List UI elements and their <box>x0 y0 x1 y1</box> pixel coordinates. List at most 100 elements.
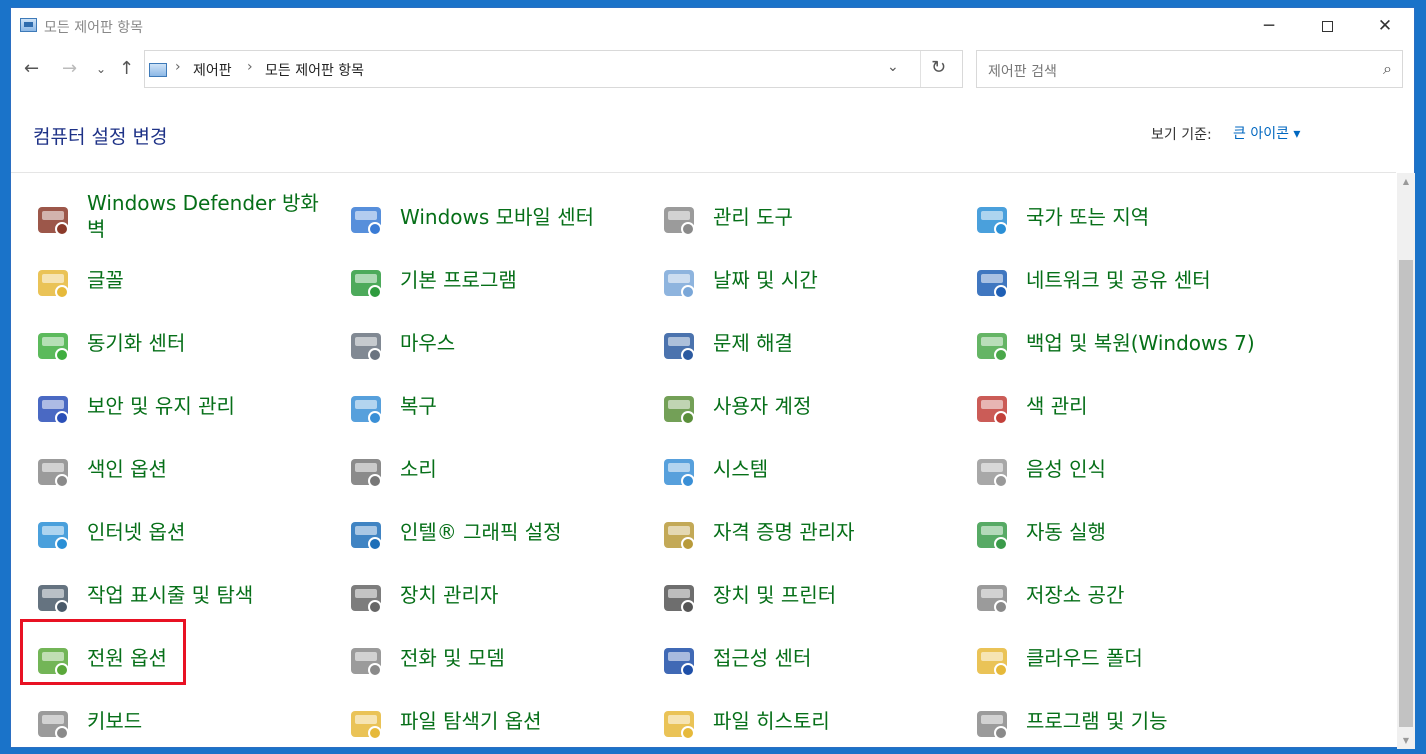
item-label[interactable]: 색인 옵션 <box>87 456 167 482</box>
credential-manager-icon <box>659 515 699 555</box>
control-panel-item[interactable]: 색인 옵션 <box>33 439 323 499</box>
item-label[interactable]: Windows Defender 방화벽 <box>87 190 319 242</box>
control-panel-item[interactable]: 음성 인식 <box>972 439 1262 499</box>
control-panel-item[interactable]: 전화 및 모뎀 <box>346 628 636 688</box>
control-panel-item[interactable]: 파일 히스토리 <box>659 691 949 749</box>
control-panel-item[interactable]: 클라우드 폴더 <box>972 628 1262 688</box>
vertical-scrollbar[interactable]: ▲ ▼ <box>1397 173 1415 749</box>
control-panel-item[interactable]: 동기화 센터 <box>33 313 323 373</box>
control-panel-item[interactable]: Windows 모바일 센터 <box>346 187 636 247</box>
control-panel-item[interactable]: 장치 관리자 <box>346 565 636 625</box>
control-panel-item[interactable]: 네트워크 및 공유 센터 <box>972 250 1262 310</box>
item-label[interactable]: 전화 및 모뎀 <box>400 645 505 671</box>
close-button[interactable]: ✕ <box>1356 8 1414 45</box>
item-label[interactable]: 접근성 센터 <box>713 645 811 671</box>
item-label[interactable]: 파일 히스토리 <box>713 708 830 734</box>
control-panel-item[interactable]: 소리 <box>346 439 636 499</box>
item-label[interactable]: Windows 모바일 센터 <box>400 204 594 230</box>
control-panel-item[interactable]: 자동 실행 <box>972 502 1262 562</box>
item-label[interactable]: 클라우드 폴더 <box>1026 645 1143 671</box>
refresh-button[interactable]: ↻ <box>931 57 946 78</box>
item-label[interactable]: 복구 <box>400 393 437 419</box>
item-label[interactable]: 국가 또는 지역 <box>1026 204 1149 230</box>
scroll-up-arrow-icon[interactable]: ▲ <box>1397 173 1415 190</box>
item-label[interactable]: 자동 실행 <box>1026 519 1106 545</box>
control-panel-item[interactable]: 마우스 <box>346 313 636 373</box>
item-label[interactable]: 파일 탐색기 옵션 <box>400 708 542 734</box>
breadcrumb-all-items[interactable]: 모든 제어판 항목 <box>265 60 364 80</box>
item-label[interactable]: 문제 해결 <box>713 330 793 356</box>
search-icon[interactable]: ⌕ <box>1383 59 1392 79</box>
control-panel-item[interactable]: 관리 도구 <box>659 187 949 247</box>
control-panel-item[interactable]: 문제 해결 <box>659 313 949 373</box>
back-button[interactable]: ← <box>24 58 39 79</box>
item-label[interactable]: 저장소 공간 <box>1026 582 1124 608</box>
minimize-button[interactable]: ─ <box>1240 8 1298 45</box>
control-panel-item[interactable]: 장치 및 프린터 <box>659 565 949 625</box>
control-panel-item[interactable]: 복구 <box>346 376 636 436</box>
control-panel-item[interactable]: 시스템 <box>659 439 949 499</box>
control-panel-item[interactable]: 인터넷 옵션 <box>33 502 323 562</box>
item-label[interactable]: 기본 프로그램 <box>400 267 517 293</box>
item-label[interactable]: 장치 및 프린터 <box>713 582 836 608</box>
address-dropdown-icon[interactable]: ⌄ <box>887 59 899 75</box>
item-label[interactable]: 소리 <box>400 456 437 482</box>
item-label[interactable]: 인터넷 옵션 <box>87 519 185 545</box>
control-panel-item[interactable]: 저장소 공간 <box>972 565 1262 625</box>
item-label[interactable]: 날짜 및 시간 <box>713 267 818 293</box>
sound-speaker-icon <box>346 452 386 492</box>
item-label[interactable]: 시스템 <box>713 456 768 482</box>
item-label[interactable]: 작업 표시줄 및 탐색 <box>87 582 253 608</box>
item-label[interactable]: 글꼴 <box>87 267 124 293</box>
view-by-dropdown[interactable]: 큰 아이콘 ▾ <box>1233 123 1300 143</box>
recent-locations-button[interactable]: ⌄ <box>96 62 106 76</box>
item-label[interactable]: 장치 관리자 <box>400 582 498 608</box>
control-panel-item[interactable]: 글꼴 <box>33 250 323 310</box>
item-label[interactable]: 네트워크 및 공유 센터 <box>1026 267 1211 293</box>
control-panel-item[interactable]: 작업 표시줄 및 탐색 <box>33 565 323 625</box>
scroll-down-arrow-icon[interactable]: ▼ <box>1397 732 1415 749</box>
control-panel-item[interactable]: 자격 증명 관리자 <box>659 502 949 562</box>
breadcrumb-control-panel[interactable]: 제어판 <box>193 60 232 80</box>
control-panel-item[interactable]: Windows Defender 방화벽 <box>33 187 323 247</box>
breadcrumb-separator[interactable]: › <box>175 59 181 75</box>
scroll-thumb[interactable] <box>1399 260 1413 727</box>
control-panel-item[interactable]: 색 관리 <box>972 376 1262 436</box>
breadcrumb-separator[interactable]: › <box>247 59 253 75</box>
forward-button[interactable]: → <box>62 58 77 79</box>
item-label[interactable]: 백업 및 복원(Windows 7) <box>1026 330 1255 356</box>
control-panel-item[interactable]: 백업 및 복원(Windows 7) <box>972 313 1262 373</box>
item-label[interactable]: 음성 인식 <box>1026 456 1106 482</box>
up-button[interactable]: ↑ <box>119 58 134 79</box>
item-label[interactable]: 보안 및 유지 관리 <box>87 393 235 419</box>
item-label[interactable]: 키보드 <box>87 708 142 734</box>
navigation-bar: ← → ⌄ ↑ › 제어판 › 모든 제어판 항목 ⌄ ↻ 제어판 검색 ⌕ <box>11 45 1414 95</box>
control-panel-item[interactable]: 국가 또는 지역 <box>972 187 1262 247</box>
control-panel-item[interactable]: 보안 및 유지 관리 <box>33 376 323 436</box>
control-panel-item[interactable]: 인텔® 그래픽 설정 <box>346 502 636 562</box>
control-panel-item[interactable]: 날짜 및 시간 <box>659 250 949 310</box>
programs-features-icon <box>972 704 1012 744</box>
item-label[interactable]: 색 관리 <box>1026 393 1088 419</box>
keyboard-icon <box>33 704 73 744</box>
item-label[interactable]: 자격 증명 관리자 <box>713 519 855 545</box>
control-panel-item[interactable]: 파일 탐색기 옵션 <box>346 691 636 749</box>
control-panel-item[interactable]: 프로그램 및 기능 <box>972 691 1262 749</box>
item-label[interactable]: 인텔® 그래픽 설정 <box>400 519 562 545</box>
control-panel-item[interactable]: 기본 프로그램 <box>346 250 636 310</box>
item-label[interactable]: 마우스 <box>400 330 455 356</box>
item-label[interactable]: 프로그램 및 기능 <box>1026 708 1168 734</box>
address-bar[interactable]: › 제어판 › 모든 제어판 항목 ⌄ ↻ <box>144 50 963 88</box>
device-manager-icon <box>346 578 386 618</box>
search-input[interactable]: 제어판 검색 ⌕ <box>976 50 1403 88</box>
control-panel-item[interactable]: 접근성 센터 <box>659 628 949 688</box>
control-panel-item[interactable]: 사용자 계정 <box>659 376 949 436</box>
maximize-button[interactable] <box>1298 8 1356 45</box>
item-label[interactable]: 동기화 센터 <box>87 330 185 356</box>
item-label[interactable]: 관리 도구 <box>713 204 793 230</box>
default-programs-icon <box>346 263 386 303</box>
item-label[interactable]: 사용자 계정 <box>713 393 811 419</box>
control-panel-item[interactable]: 키보드 <box>33 691 323 749</box>
fonts-icon <box>33 263 73 303</box>
work-folders-icon <box>972 641 1012 681</box>
